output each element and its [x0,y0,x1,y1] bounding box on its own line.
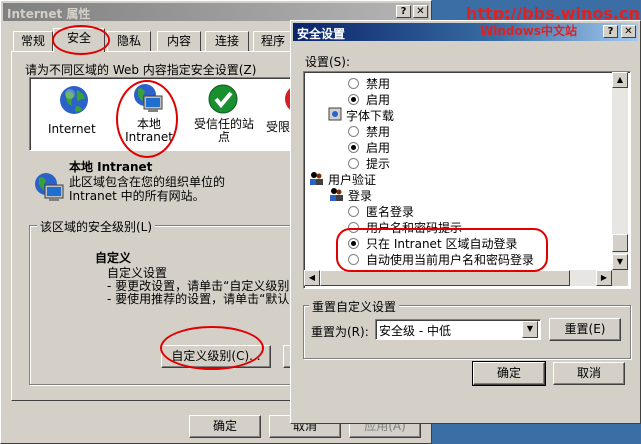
window-title: Internet 属性 [7,7,91,21]
radio-prompt-credentials[interactable] [348,222,359,233]
tree-item-label: 匿名登录 [366,205,415,219]
intranet-computer-icon [134,84,163,112]
tree-node-label: 登录 [348,189,373,203]
radio-prompt[interactable] [348,158,359,169]
radio-intranet-auto-logon[interactable] [348,238,359,249]
h-scroll-thumb[interactable] [320,270,570,286]
tree-item-label: 启用 [366,93,391,107]
radio-disable[interactable] [348,78,359,89]
internet-properties-titlebar[interactable]: Internet 属性 ? ✕ [3,3,429,21]
tree-node-label: 字体下载 [346,109,395,123]
scroll-up-icon[interactable]: ▲ [612,72,628,88]
zone-internet[interactable]: Internet [38,82,108,146]
tree-item-label: 禁用 [366,77,391,91]
tab-general[interactable]: 常规 [13,31,53,51]
security-settings-window: 安全设置 ? ✕ 设置(S): 禁用 启用 字体下载 禁用 启用 提示 用户验证 [290,20,641,424]
zone-list: Internet 本地 Intranet 受信任的站 点 受限 [29,77,329,151]
help-button[interactable]: ? [603,25,618,38]
zone-local-intranet[interactable]: 本地 Intranet [118,80,180,148]
tree-item-label: 提示 [366,157,391,171]
window-title: 安全设置 [297,27,346,41]
security-level-group-label: 该区域的安全级别(L) [37,218,156,235]
reset-level-select[interactable]: 安全级 - 中低 ▼ [375,319,541,340]
reset-group-label: 重置自定义设置 [309,298,400,315]
tree-item-label: 禁用 [366,125,391,139]
zone-local-intranet-label: 本地 Intranet [125,117,173,144]
vertical-scrollbar[interactable]: ▲ ▼ [612,72,628,270]
tree-item-label: 用户名和密码提示 [366,221,463,235]
zone-prompt: 请为不同区域的 Web 内容指定安全设置(Z) [25,63,257,77]
intranet-zone-icon [35,173,64,201]
custom-line-3: - 要使用推荐的设置，请单击“默认 [107,292,290,306]
tab-content[interactable]: 内容 [157,31,201,51]
radio-enable[interactable] [348,94,359,105]
scroll-thumb[interactable] [612,234,628,252]
zone-restricted-label: 受限 [266,120,291,134]
zone-internet-label: Internet [48,122,96,136]
ok-button[interactable]: 确定 [189,415,261,438]
security-settings-titlebar[interactable]: 安全设置 ? ✕ [293,23,638,41]
zone-info-desc-2: Intranet 中的所有网站。 [69,189,205,203]
tree-item-label: 启用 [366,141,391,155]
settings-label: 设置(S): [305,55,351,69]
watermark-site: Windows中文站 [480,24,577,38]
tab-security[interactable]: 安全 [53,28,105,52]
user-auth-icon [330,188,343,201]
custom-level-button[interactable]: 自定义级别(C)... [161,345,271,368]
zone-trusted-sites[interactable]: 受信任的站 点 [188,82,260,148]
scroll-right-icon[interactable]: ▶ [596,270,612,286]
reset-level-value: 安全级 - 中低 [379,324,451,338]
cancel-button[interactable]: 取消 [553,362,625,385]
tab-connections[interactable]: 连接 [205,31,249,51]
radio-disable[interactable] [348,126,359,137]
scroll-left-icon[interactable]: ◀ [304,270,320,286]
scroll-corner [612,270,628,286]
scroll-down-icon[interactable]: ▼ [612,254,628,270]
ok-button[interactable]: 确定 [472,361,546,386]
settings-node-icon [328,107,342,121]
radio-auto-logon-current-user[interactable] [348,254,359,265]
tree-item-label: 只在 Intranet 区域自动登录 [366,237,518,251]
globe-icon [60,86,88,114]
reset-button[interactable]: 重置(E) [549,318,621,341]
help-button[interactable]: ? [396,5,411,18]
close-button[interactable]: ✕ [621,25,636,38]
settings-tree[interactable]: 禁用 启用 字体下载 禁用 启用 提示 用户验证 登录 匿名登录 用户名和密码提… [303,71,631,289]
radio-anonymous-logon[interactable] [348,206,359,217]
close-button[interactable]: ✕ [413,5,428,18]
tab-programs[interactable]: 程序 [253,31,293,51]
trusted-check-icon [208,84,238,114]
zone-trusted-sites-label: 受信任的站 点 [193,117,254,144]
horizontal-scrollbar[interactable]: ◀ ▶ [304,270,612,286]
user-auth-icon [310,172,323,185]
radio-enable[interactable] [348,142,359,153]
tab-privacy[interactable]: 隐私 [107,31,151,51]
reset-to-label: 重置为(R): [311,325,369,339]
chevron-down-icon[interactable]: ▼ [522,321,538,338]
tree-item-label: 自动使用当前用户名和密码登录 [366,253,535,267]
